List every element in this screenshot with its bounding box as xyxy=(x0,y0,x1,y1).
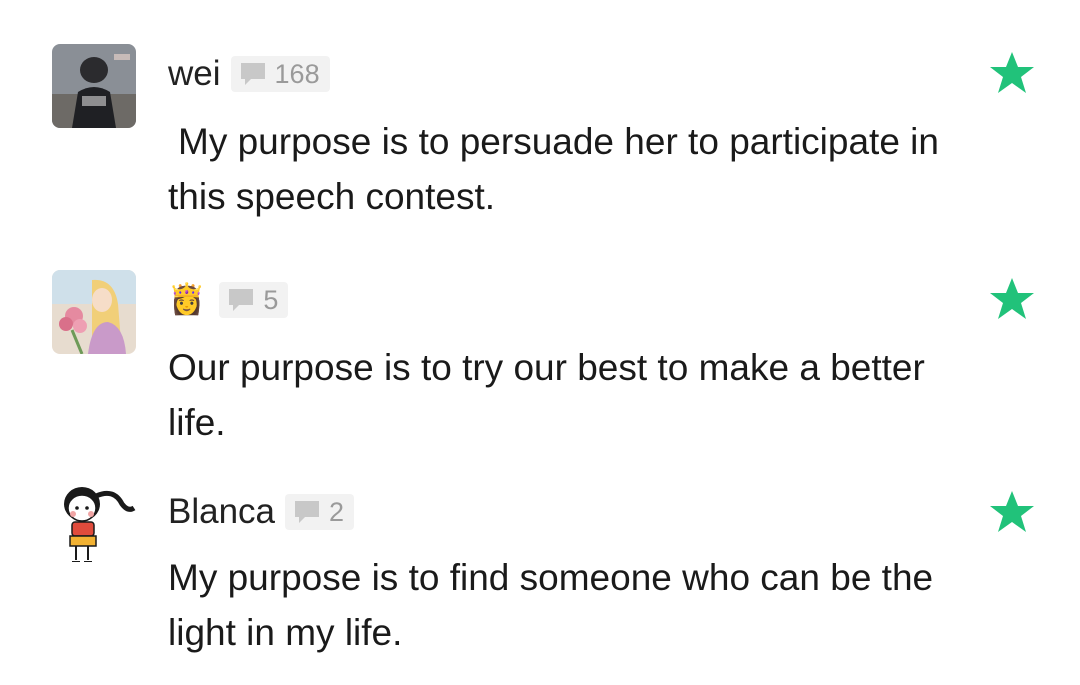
illustrated-girl-avatar-icon xyxy=(52,270,136,354)
comment-text: My purpose is to find someone who can be… xyxy=(168,557,934,653)
user-avatar[interactable] xyxy=(52,270,136,354)
reply-count-badge[interactable]: 5 xyxy=(219,282,289,318)
comment-bubble-icon xyxy=(229,289,254,311)
reply-count-badge[interactable]: 168 xyxy=(230,56,330,92)
reply-count: 168 xyxy=(274,58,320,89)
comment-bubble-icon xyxy=(295,501,320,523)
cartoon-girl-avatar-icon xyxy=(52,478,136,562)
star-icon[interactable] xyxy=(988,276,1036,322)
reply-count: 5 xyxy=(263,284,279,315)
reply-count-badge[interactable]: 2 xyxy=(285,494,355,530)
user-avatar[interactable] xyxy=(52,478,136,562)
star-icon[interactable] xyxy=(988,50,1036,96)
user-avatar[interactable] xyxy=(52,44,136,128)
username[interactable]: 👸 xyxy=(168,285,205,315)
reply-count: 2 xyxy=(329,496,345,527)
comment-text: Our purpose is to try our best to make a… xyxy=(168,347,925,443)
username[interactable]: wei xyxy=(168,54,221,94)
star-icon[interactable] xyxy=(988,489,1036,535)
comment-bubble-icon xyxy=(240,63,265,85)
photo-avatar-icon xyxy=(52,44,136,128)
comment-text: My purpose is to persuade her to partici… xyxy=(168,121,939,217)
username[interactable]: Blanca xyxy=(168,492,275,532)
